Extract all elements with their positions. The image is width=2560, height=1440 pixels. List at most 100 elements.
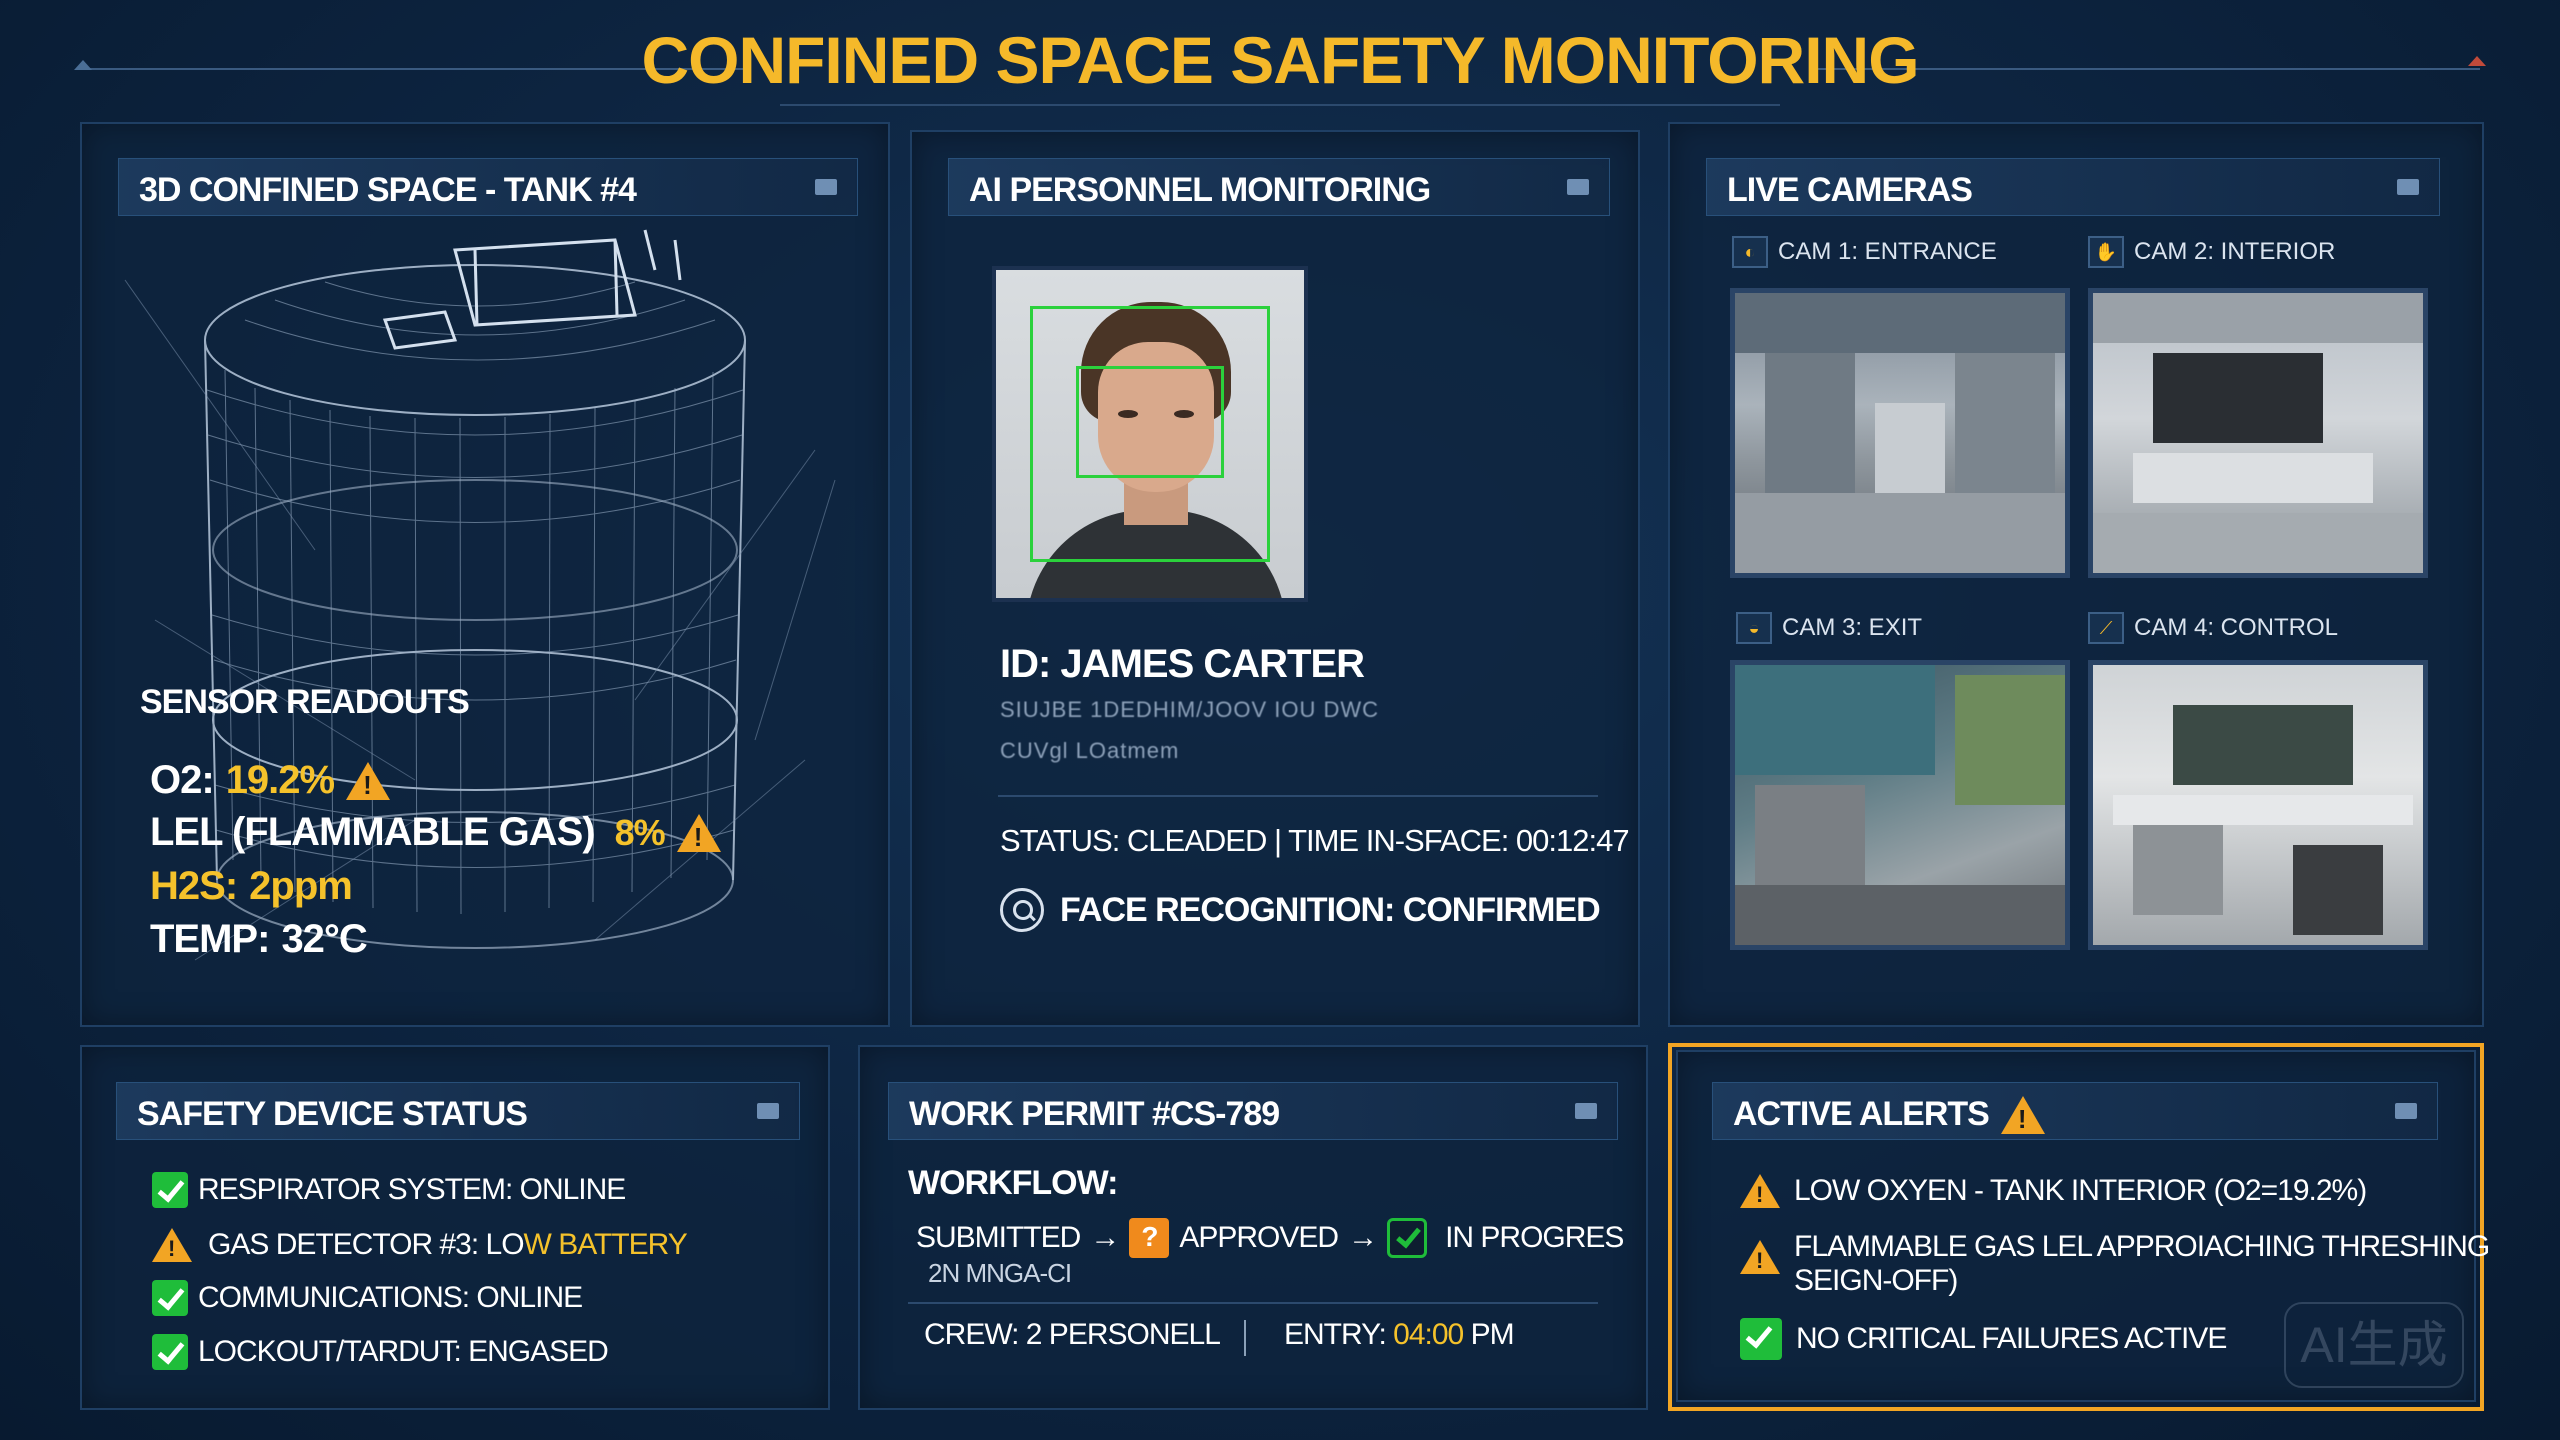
sensor-lel-value: 8% (614, 811, 666, 853)
warning-icon (346, 761, 391, 801)
header: CONFINED SPACE SAFETY MONITORING (0, 0, 2560, 120)
sensor-readouts-title: SENSOR READOUTS (140, 683, 470, 721)
hand-icon: ✋ (2088, 236, 2124, 268)
personnel-detail-line-2: CUVgl LOatmem (1000, 738, 1180, 763)
cam4-label: ⟋ CAM 4: CONTROL (2088, 612, 2338, 644)
title-underline (780, 104, 1780, 106)
check-icon (152, 1172, 188, 1208)
warning-icon (152, 1228, 192, 1262)
device-communications: COMMUNICATIONS: ONLINE (152, 1280, 583, 1316)
permit-divider (908, 1302, 1598, 1304)
cam4-title: CAM 4: CONTROL (2134, 614, 2339, 641)
helmet-icon: ◒ (1736, 612, 1772, 644)
check-icon (1740, 1318, 1782, 1360)
cam2-label: ✋ CAM 2: INTERIOR (2088, 236, 2335, 268)
personnel-photo[interactable] (992, 266, 1308, 602)
cam3-title: CAM 3: EXIT (1782, 614, 1923, 641)
sensor-lel-label: LEL (FLAMMABLE GAS) (150, 810, 596, 854)
personnel-panel-title: AI PERSONNEL MONITORING (969, 171, 1431, 209)
sensor-o2: O2: 19.2% (150, 758, 391, 803)
warning-icon (1740, 1174, 1780, 1208)
alerts-panel-header: ACTIVE ALERTS (1712, 1082, 2438, 1140)
workflow-steps: SUBMITTED → APPROVED → IN PROGRES (916, 1218, 1624, 1258)
alert-flammable-gas-text-wrap: FLAMMABLE GAS LEL APPROIACHING THRESHING… (1794, 1230, 2490, 1298)
crew-entry-separator (1244, 1320, 1246, 1356)
alert-no-critical[interactable]: NO CRITICAL FAILURES ACTIVE (1740, 1318, 2227, 1360)
alert-no-critical-text: NO CRITICAL FAILURES ACTIVE (1796, 1322, 2227, 1355)
arrow-icon: → (1090, 1221, 1120, 1254)
alert-flammable-gas-text-2: SEIGN-OFF) (1794, 1264, 1958, 1297)
personnel-status: STATUS: CLEADED | TIME IN-SFACE: 00:12:4… (1000, 823, 1630, 858)
workflow-label: WORKFLOW: (908, 1164, 1118, 1202)
step-submitted: SUBMITTED (916, 1221, 1081, 1254)
alerts-panel-title-wrap: ACTIVE ALERTS (1733, 1095, 2045, 1135)
wrench-icon: ⟋ (2088, 612, 2124, 644)
alert-low-oxygen-text: LOW OXYEN - TANK INTERIOR (O2=19.2%) (1794, 1174, 2367, 1207)
cameras-panel-title: LIVE CAMERAS (1727, 171, 1973, 209)
alerts-panel-title: ACTIVE ALERTS (1733, 1095, 1990, 1133)
personnel-panel-menu-icon[interactable] (1567, 179, 1589, 195)
face-recognition-label: FACE RECOGNITION: CONFIRMED (1060, 890, 1601, 929)
permit-panel-menu-icon[interactable] (1575, 1103, 1597, 1119)
alert-flammable-gas-text: FLAMMABLE GAS LEL APPROIACHING THRESHING (1794, 1230, 2490, 1263)
cam2-feed[interactable] (2088, 288, 2428, 578)
safety-panel-title: SAFETY DEVICE STATUS (137, 1095, 528, 1133)
entry-label: ENTRY: (1284, 1318, 1387, 1351)
device-respirator: RESPIRATOR SYSTEM: ONLINE (152, 1172, 626, 1208)
alerts-panel-menu-icon[interactable] (2395, 1103, 2417, 1119)
check-icon (1387, 1218, 1428, 1258)
cam4-feed[interactable] (2088, 660, 2428, 950)
step-approved: APPROVED (1179, 1221, 1339, 1254)
device-respirator-label: RESPIRATOR SYSTEM: ONLINE (198, 1173, 626, 1206)
face-scan-icon (1000, 888, 1044, 932)
cam3-label: ◒ CAM 3: EXIT (1736, 612, 1922, 644)
sensor-temp-label: TEMP: (150, 917, 270, 961)
warning-icon (1740, 1240, 1780, 1274)
workflow-subtext: 2N ΜNGA-CI (928, 1258, 1072, 1288)
arrow-icon: → (1348, 1221, 1378, 1254)
device-gas-detector-label: GAS DETECTOR #3: LO (208, 1228, 525, 1261)
personnel-divider (998, 795, 1598, 797)
crew-count: CREW: 2 PERSONELL (924, 1318, 1221, 1351)
sensor-temp-value: 32°C (281, 917, 367, 961)
device-communications-label: COMMUNICATIONS: ONLINE (198, 1281, 583, 1314)
entry-time: ENTRY: 04:00 PM (1284, 1318, 1515, 1352)
device-lockout: LOCKOUT/TARDUT: ENGASED (152, 1334, 609, 1370)
device-gas-detector: GAS DETECTOR #3: LOW BATTERY (152, 1228, 688, 1262)
sensor-temp: TEMP: 32°C (150, 917, 368, 962)
permit-panel-header: WORK PERMIT #CS-789 (888, 1082, 1618, 1140)
cameras-panel-header: LIVE CAMERAS (1706, 158, 2440, 216)
page-title: CONFINED SPACE SAFETY MONITORING (641, 23, 1919, 97)
check-icon (152, 1334, 188, 1370)
cam2-title: CAM 2: INTERIOR (2134, 238, 2336, 265)
cameras-panel-menu-icon[interactable] (2397, 179, 2419, 195)
personnel-panel-header: AI PERSONNEL MONITORING (948, 158, 1610, 216)
personnel-detail-line-1: SIUJBE 1DEDHIM/JOOV IOU DWC (1000, 697, 1380, 722)
check-icon (152, 1280, 188, 1316)
entry-time-value: 04:00 (1393, 1318, 1464, 1351)
safety-panel-header: SAFETY DEVICE STATUS (116, 1082, 800, 1140)
tank-panel-header: 3D CONFINED SPACE - TANK #4 (118, 158, 858, 216)
alert-flammable-gas[interactable]: FLAMMABLE GAS LEL APPROIACHING THRESHING… (1740, 1230, 2490, 1298)
ai-generated-watermark: AI生成 (2284, 1302, 2464, 1388)
step-in-progress: IN PROGRES (1445, 1221, 1624, 1254)
sensor-h2s: H2S: 2ppm (150, 864, 353, 909)
cam1-title: CAM 1: ENTRANCE (1778, 238, 1997, 265)
pending-icon (1129, 1218, 1170, 1258)
cam1-feed[interactable] (1730, 288, 2070, 578)
camera-icon: ◐ (1732, 236, 1768, 268)
tank-panel-menu-icon[interactable] (815, 179, 837, 195)
sensor-lel: LEL (FLAMMABLE GAS) 8% (150, 810, 721, 855)
sensor-h2s-value: 2ppm (249, 864, 353, 908)
device-gas-detector-alert: W BATTERY (523, 1228, 688, 1261)
warning-icon (676, 813, 721, 853)
safety-panel-menu-icon[interactable] (757, 1103, 779, 1119)
face-recognition-status: FACE RECOGNITION: CONFIRMED (1000, 888, 1601, 932)
cam3-feed[interactable] (1730, 660, 2070, 950)
device-lockout-label: LOCKOUT/TARDUT: ENGASED (198, 1335, 609, 1368)
alert-low-oxygen[interactable]: LOW OXYEN - TANK INTERIOR (O2=19.2%) (1740, 1174, 2367, 1208)
personnel-id: ID: JAMES CARTER (1000, 642, 1365, 686)
entry-time-suffix: PM (1470, 1318, 1515, 1351)
sensor-h2s-label: H2S: (150, 864, 238, 908)
permit-panel-title: WORK PERMIT #CS-789 (909, 1095, 1280, 1133)
